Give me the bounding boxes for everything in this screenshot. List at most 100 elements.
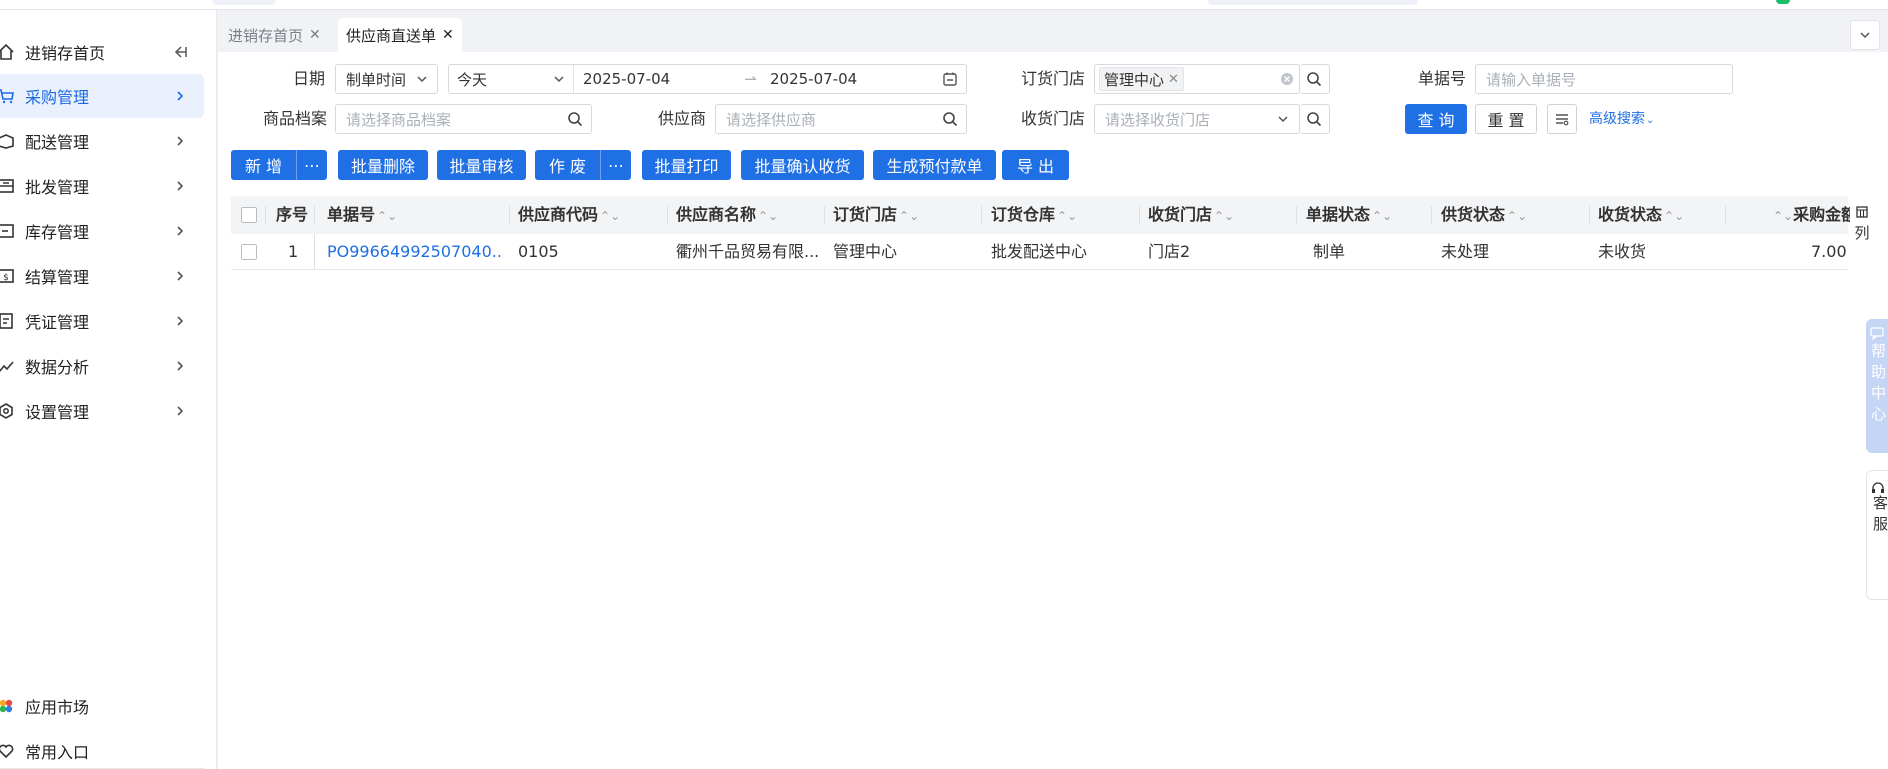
batch-confirm-receipt-button[interactable]: 批量确认收货 — [741, 150, 864, 180]
col-order-warehouse[interactable]: 订货仓库 ⌃⌄ — [991, 196, 1077, 234]
sidebar-item-purchase[interactable]: 采购管理 — [0, 74, 204, 118]
query-button[interactable]: 查 询 — [1405, 104, 1467, 134]
date-end-input[interactable]: 2025-07-04 — [770, 70, 934, 88]
order-no-input[interactable]: 请输入单据号 — [1475, 64, 1733, 94]
cell-order-no-link[interactable]: PO99664992507040... — [327, 234, 502, 270]
advanced-search-link[interactable]: 高级搜索⌄ — [1589, 104, 1654, 134]
selected-store-tag[interactable]: 管理中心 ✕ — [1099, 67, 1184, 91]
date-range-select[interactable]: 今天 — [449, 65, 574, 93]
clear-icon[interactable] — [1275, 65, 1299, 93]
sidebar-item-label: 凭证管理 — [25, 313, 90, 332]
tab-supplier-direct[interactable]: 供应商直送单 ✕ — [338, 18, 462, 52]
cell-supplier-code: 0105 — [518, 242, 559, 261]
date-start-input[interactable]: 2025-07-04 — [574, 70, 744, 88]
row-checkbox[interactable] — [241, 244, 257, 260]
batch-delete-button[interactable]: 批量删除 — [338, 150, 428, 180]
tab-home[interactable]: 进销存首页 ✕ — [220, 18, 336, 52]
col-doc-status[interactable]: 单据状态 ⌃⌄ — [1306, 196, 1392, 234]
inventory-icon — [0, 221, 16, 241]
table-row[interactable]: 1 PO99664992507040... 0105 衢州千品贸易有限... 管… — [231, 234, 1848, 270]
col-label: 单据号 — [327, 205, 376, 224]
search-icon[interactable] — [559, 105, 591, 133]
col-receipt-status[interactable]: 收货状态 ⌃⌄ — [1598, 196, 1684, 234]
generate-prepayment-button[interactable]: 生成预付款单 — [873, 150, 996, 180]
calendar-icon[interactable] — [934, 65, 966, 93]
col-purchase-amount[interactable]: ⌃⌄采购金额 — [1771, 196, 1857, 234]
chevron-double-down-icon: ⌄ — [1646, 115, 1655, 126]
void-button[interactable]: 作 废 — [535, 150, 600, 180]
chevron-down-icon — [554, 76, 564, 83]
arrow-right-icon: ⇀ — [744, 70, 757, 88]
column-divider — [1139, 206, 1140, 224]
column-settings-button[interactable]: 列 — [1850, 202, 1874, 254]
batch-print-button[interactable]: 批量打印 — [642, 150, 731, 180]
col-receive-store[interactable]: 收货门店 ⌃⌄ — [1148, 196, 1234, 234]
cell-purchase-amount: 7.00 — [1811, 242, 1847, 261]
sidebar-item-analytics[interactable]: 数据分析 — [0, 344, 204, 388]
col-supplier-name[interactable]: 供应商名称 ⌃⌄ — [676, 196, 778, 234]
chevron-down-icon — [1267, 105, 1299, 133]
supplier-placeholder: 请选择供应商 — [726, 110, 817, 129]
search-icon[interactable] — [934, 105, 966, 133]
product-select[interactable]: 请选择商品档案 — [335, 104, 592, 134]
order-store-label: 订货门店 — [1021, 69, 1086, 88]
order-store-select[interactable]: 管理中心 ✕ — [1094, 64, 1300, 94]
sort-icon: ⌃⌄ — [1372, 209, 1393, 223]
help-center-button[interactable]: 帮助中心 — [1866, 319, 1888, 453]
chevron-right-icon — [172, 223, 188, 239]
close-icon[interactable]: ✕ — [442, 27, 454, 43]
date-label: 日期 — [293, 69, 326, 88]
advanced-search-label: 高级搜索 — [1589, 111, 1645, 127]
col-supply-status[interactable]: 供货状态 ⌃⌄ — [1441, 196, 1527, 234]
supplier-select[interactable]: 请选择供应商 — [715, 104, 967, 134]
sidebar-item-inventory[interactable]: 库存管理 — [0, 209, 204, 253]
settings-icon — [0, 401, 16, 421]
receive-store-placeholder: 请选择收货门店 — [1105, 110, 1211, 129]
sort-icon: ⌃⌄ — [1507, 209, 1528, 223]
cell-supply-status: 未处理 — [1441, 242, 1490, 261]
settlement-icon: $ — [0, 266, 16, 286]
reset-button[interactable]: 重 置 — [1475, 104, 1537, 134]
date-range-picker[interactable]: 今天 2025-07-04 ⇀ 2025-07-04 — [448, 64, 967, 94]
sidebar-item-favorites[interactable]: 常用入口 — [0, 729, 204, 769]
close-icon[interactable]: ✕ — [309, 27, 321, 43]
receive-store-search-button[interactable] — [1300, 104, 1330, 134]
select-all-checkbox[interactable] — [241, 207, 257, 223]
sidebar-item-voucher[interactable]: 凭证管理 — [0, 299, 204, 343]
receive-store-select[interactable]: 请选择收货门店 — [1094, 104, 1300, 134]
top-pill — [212, 0, 276, 5]
tabs-dropdown-button[interactable] — [1850, 20, 1880, 50]
sidebar-item-delivery[interactable]: 配送管理 — [0, 119, 204, 163]
sidebar-item-wholesale[interactable]: 批发管理 — [0, 164, 204, 208]
message-icon — [1866, 323, 1888, 343]
sidebar-item-settings[interactable]: 设置管理 — [0, 389, 204, 433]
sidebar-item-settlement[interactable]: $ 结算管理 — [0, 254, 204, 298]
cell-doc-status: 制单 — [1313, 242, 1346, 261]
filter-settings-button[interactable] — [1547, 104, 1577, 134]
sidebar-item-app-market[interactable]: 应用市场 — [0, 684, 204, 728]
col-order-store[interactable]: 订货门店 ⌃⌄ — [833, 196, 919, 234]
chart-icon — [0, 356, 16, 376]
column-divider — [509, 206, 510, 224]
sort-icon: ⌃⌄ — [600, 209, 621, 223]
void-more-button[interactable]: ⋯ — [600, 150, 631, 180]
add-button[interactable]: 新 增 — [231, 150, 296, 180]
batch-audit-button[interactable]: 批量审核 — [437, 150, 526, 180]
add-more-button[interactable]: ⋯ — [296, 150, 327, 180]
column-divider — [1431, 206, 1432, 224]
customer-service-button[interactable]: 客服 — [1866, 470, 1888, 600]
sidebar-item-home[interactable]: 进销存首页 — [0, 30, 204, 74]
sort-icon: ⌃⌄ — [758, 209, 779, 223]
close-icon[interactable]: ✕ — [1168, 72, 1179, 87]
order-store-search-button[interactable] — [1300, 64, 1330, 94]
status-dot — [1776, 0, 1790, 4]
collapse-sidebar-icon[interactable] — [172, 44, 188, 60]
cell-index: 1 — [288, 242, 299, 261]
export-button[interactable]: 导 出 — [1002, 150, 1069, 180]
col-order-no[interactable]: 单据号 ⌃⌄ — [327, 196, 397, 234]
date-type-select[interactable]: 制单时间 — [335, 64, 438, 94]
sidebar: 进销存首页 采购管理 配送管理 批发管理 库存管理 $ 结算管理 凭证管理 数据… — [0, 10, 217, 769]
voucher-icon — [0, 311, 16, 331]
col-supplier-code[interactable]: 供应商代码 ⌃⌄ — [518, 196, 620, 234]
col-label: 单据状态 — [1306, 205, 1371, 224]
